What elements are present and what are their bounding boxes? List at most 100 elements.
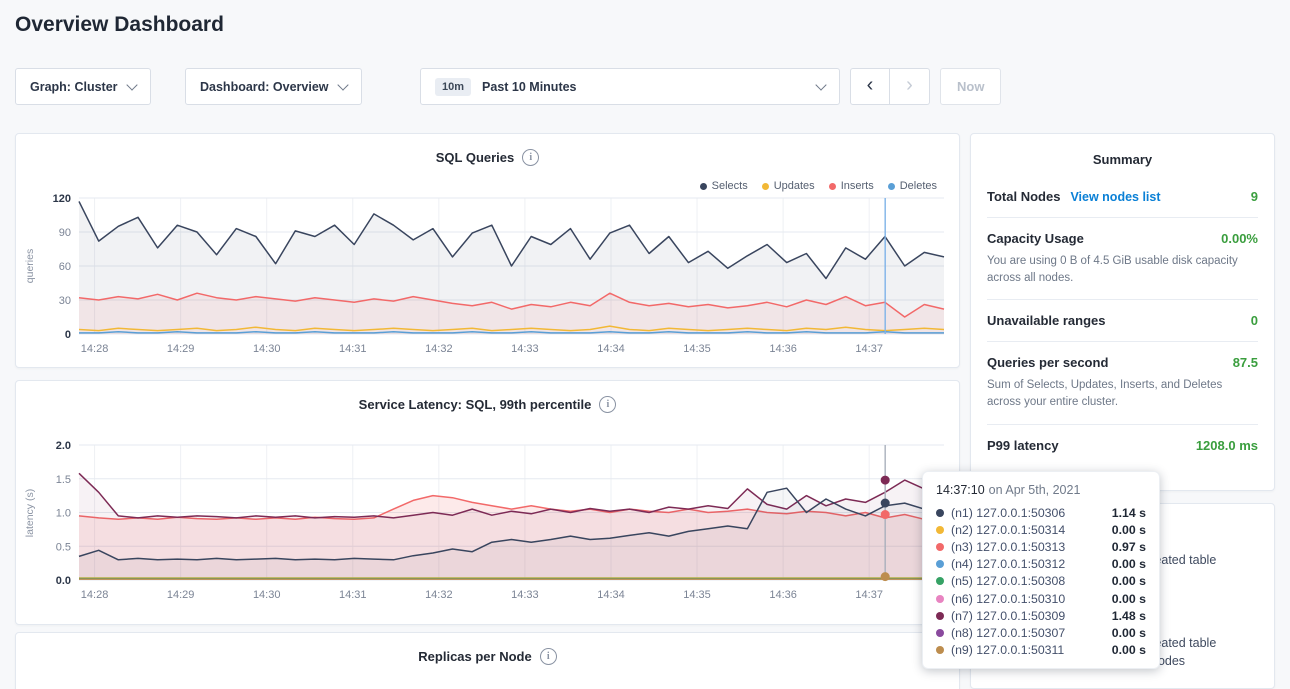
sql-queries-card: SQL Queries SelectsUpdatesInsertsDeletes…: [15, 133, 960, 368]
service-latency-title-row: Service Latency: SQL, 99th percentile: [16, 396, 959, 413]
summary-rows: Total NodesView nodes list9Capacity Usag…: [987, 176, 1258, 466]
svg-text:14:32: 14:32: [425, 343, 453, 355]
tooltip-node-value: 0.00 s: [1112, 557, 1146, 571]
node-color-dot-icon: [936, 543, 944, 551]
sql-queries-chart[interactable]: 14:2814:2914:3014:3114:3214:3314:3414:35…: [21, 190, 956, 363]
time-range-label: Past 10 Minutes: [482, 80, 576, 94]
legend-dot-icon: [888, 183, 895, 190]
chevron-down-icon: [337, 79, 348, 90]
node-color-dot-icon: [936, 526, 944, 534]
svg-text:120: 120: [53, 193, 71, 205]
info-icon[interactable]: [599, 396, 616, 413]
sql-queries-title: SQL Queries: [436, 150, 515, 165]
page-title: Overview Dashboard: [15, 13, 224, 37]
tooltip-node-row: (n4) 127.0.0.1:50312 0.00 s: [936, 556, 1146, 573]
svg-text:14:28: 14:28: [81, 343, 109, 355]
svg-text:14:34: 14:34: [597, 589, 625, 601]
tooltip-node-address: (n6) 127.0.0.1:50310: [951, 592, 1065, 606]
svg-text:60: 60: [59, 261, 71, 273]
time-next-button[interactable]: ›: [890, 68, 930, 105]
tooltip-node-address: (n3) 127.0.0.1:50313: [951, 540, 1065, 554]
tooltip-node-address: (n7) 127.0.0.1:50309: [951, 609, 1065, 623]
info-icon[interactable]: [540, 648, 557, 665]
svg-text:14:35: 14:35: [683, 343, 711, 355]
svg-text:1.0: 1.0: [56, 508, 71, 520]
svg-text:14:30: 14:30: [253, 343, 281, 355]
tooltip-node-row: (n2) 127.0.0.1:50314 0.00 s: [936, 521, 1146, 538]
node-color-dot-icon: [936, 629, 944, 637]
graph-selector-dropdown[interactable]: Graph: Cluster: [15, 68, 151, 105]
time-prev-button[interactable]: ‹: [850, 68, 890, 105]
tooltip-node-value: 1.48 s: [1112, 609, 1146, 623]
svg-text:14:31: 14:31: [339, 589, 367, 601]
tooltip-node-address: (n2) 127.0.0.1:50314: [951, 523, 1065, 537]
service-latency-chart[interactable]: 14:2814:2914:3014:3114:3214:3314:3414:35…: [21, 437, 956, 609]
tooltip-node-row: (n9) 127.0.0.1:50311 0.00 s: [936, 642, 1146, 659]
tooltip-node-row: (n6) 127.0.0.1:50310 0.00 s: [936, 590, 1146, 607]
legend-dot-icon: [829, 183, 836, 190]
svg-text:14:29: 14:29: [167, 343, 195, 355]
node-color-dot-icon: [936, 612, 944, 620]
sql-queries-title-row: SQL Queries: [16, 149, 959, 166]
svg-text:14:37: 14:37: [855, 589, 883, 601]
replicas-title: Replicas per Node: [418, 649, 531, 664]
summary-value: 0.00%: [1221, 231, 1258, 246]
info-icon[interactable]: [522, 149, 539, 166]
view-nodes-list-link[interactable]: View nodes list: [1070, 190, 1160, 204]
service-latency-title: Service Latency: SQL, 99th percentile: [359, 397, 592, 412]
tooltip-node-address: (n1) 127.0.0.1:50306: [951, 506, 1065, 520]
node-color-dot-icon: [936, 646, 944, 654]
svg-text:14:33: 14:33: [511, 343, 539, 355]
svg-text:14:36: 14:36: [769, 343, 797, 355]
replicas-title-row: Replicas per Node: [16, 648, 959, 665]
dashboard-selector-label: Dashboard: Overview: [200, 80, 329, 94]
time-range-dropdown[interactable]: 10m Past 10 Minutes: [420, 68, 840, 105]
overview-dashboard-page: Overview Dashboard Graph: Cluster Dashbo…: [0, 0, 1290, 689]
summary-subtext: You are using 0 B of 4.5 GiB usable disk…: [987, 253, 1258, 286]
summary-row: Total NodesView nodes list9: [987, 176, 1258, 217]
node-color-dot-icon: [936, 577, 944, 585]
summary-panel: Summary Total NodesView nodes list9Capac…: [970, 133, 1275, 491]
graph-selector-label: Graph: Cluster: [30, 80, 118, 94]
svg-text:14:30: 14:30: [253, 589, 281, 601]
summary-row: Capacity Usage 0.00% You are using 0 B of …: [987, 217, 1258, 299]
dashboard-selector-dropdown[interactable]: Dashboard: Overview: [185, 68, 362, 105]
replicas-per-node-card: Replicas per Node: [15, 632, 960, 689]
tooltip-node-value: 0.00 s: [1112, 523, 1146, 537]
tooltip-node-row: (n8) 127.0.0.1:503070.00 s: [936, 624, 1146, 641]
svg-text:1.5: 1.5: [56, 474, 71, 486]
tooltip-node-row: (n1) 127.0.0.1:50306 1.14 s: [936, 504, 1146, 521]
svg-text:14:34: 14:34: [597, 343, 625, 355]
tooltip-node-value: 0.00 s: [1112, 592, 1146, 606]
svg-text:2.0: 2.0: [56, 440, 71, 452]
tooltip-node-value: 0.00 s: [1112, 643, 1146, 657]
svg-text:0.5: 0.5: [56, 541, 71, 553]
tooltip-node-value: 1.14 s: [1112, 506, 1146, 520]
summary-subtext: Sum of Selects, Updates, Inserts, and De…: [987, 377, 1258, 410]
chevron-down-icon: [815, 79, 826, 90]
tooltip-node-row: (n5) 127.0.0.1:503080.00 s: [936, 573, 1146, 590]
time-range-badge: 10m: [435, 78, 471, 96]
tooltip-header: 14:37:10on Apr 5th, 2021: [936, 483, 1146, 497]
node-color-dot-icon: [936, 509, 944, 517]
tooltip-node-address: (n4) 127.0.0.1:50312: [951, 557, 1065, 571]
summary-value: 87.5: [1233, 355, 1258, 370]
summary-label: Capacity Usage: [987, 231, 1084, 246]
summary-label: P99 latency: [987, 438, 1059, 453]
tooltip-node-value: 0.97 s: [1112, 540, 1146, 554]
svg-text:30: 30: [59, 295, 71, 307]
tooltip-node-address: (n9) 127.0.0.1:50311: [951, 643, 1064, 657]
svg-text:0: 0: [65, 329, 71, 341]
summary-row: Queries per second87.5Sum of Selects, Up…: [987, 341, 1258, 423]
chart-hover-tooltip: 14:37:10on Apr 5th, 2021 (n1) 127.0.0.1:…: [922, 471, 1160, 669]
node-color-dot-icon: [936, 595, 944, 603]
tooltip-node-row: (n3) 127.0.0.1:50313 0.97 s: [936, 538, 1146, 555]
tooltip-node-row: (n7) 127.0.0.1:50309 1.48 s: [936, 607, 1146, 624]
tooltip-node-value: 0.00 s: [1112, 574, 1146, 588]
svg-text:90: 90: [59, 227, 71, 239]
svg-text:14:29: 14:29: [167, 589, 195, 601]
now-button[interactable]: Now: [940, 68, 1001, 105]
svg-text:14:37: 14:37: [855, 343, 883, 355]
svg-text:14:36: 14:36: [769, 589, 797, 601]
chevron-down-icon: [126, 79, 137, 90]
